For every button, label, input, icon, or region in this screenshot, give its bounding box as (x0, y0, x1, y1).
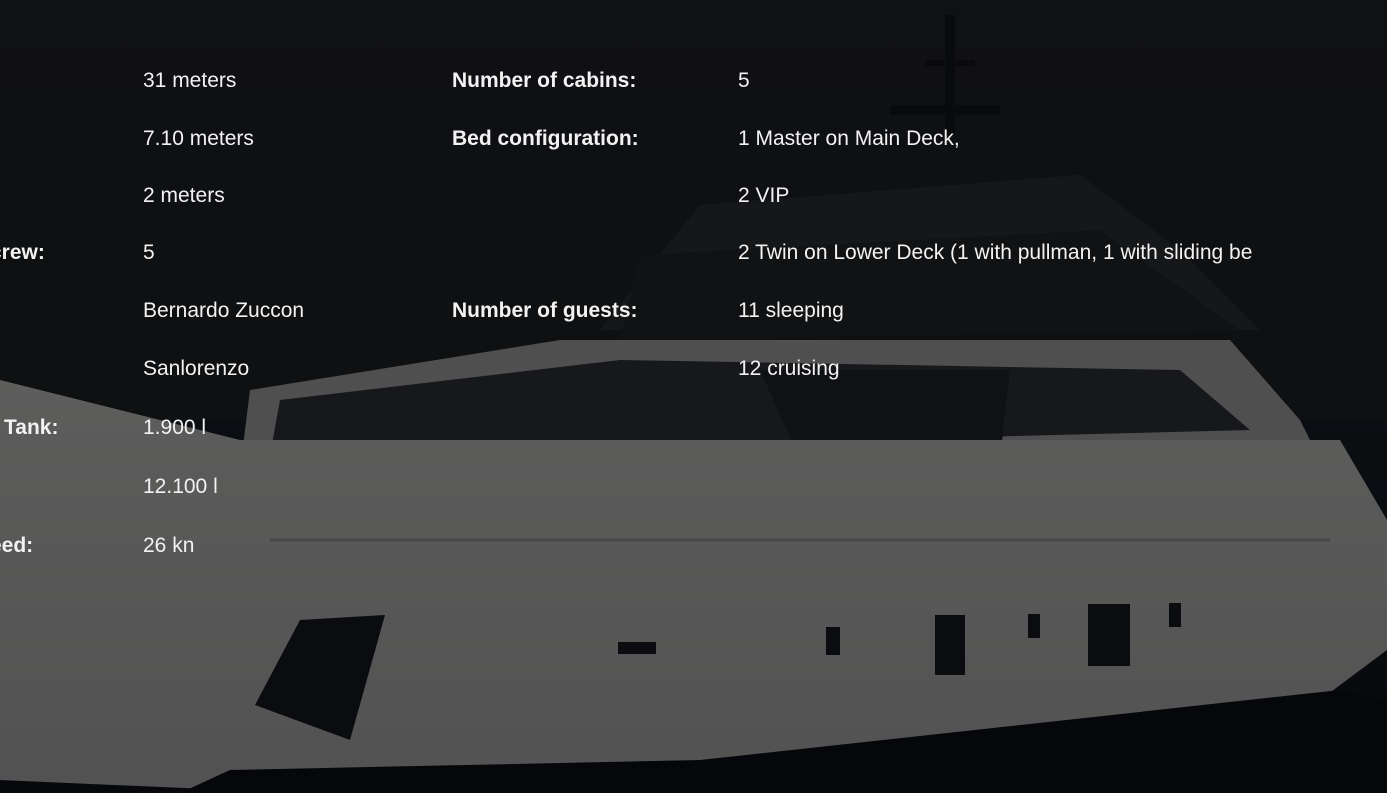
speed-value: 26 kn (143, 534, 195, 557)
speed-label: eed: (0, 534, 34, 557)
fuel-tank-value: 12.100 l (143, 475, 218, 498)
bed-configuration-line-2: 2 VIP (738, 184, 790, 207)
crew-value: 5 (143, 241, 155, 264)
cabins-value: 5 (738, 69, 750, 92)
yacht-specs-panel: crew: r Tank: eed: 31 meters 7.10 meters… (0, 0, 1387, 793)
beam-value: 7.10 meters (143, 127, 254, 150)
length-value: 31 meters (143, 69, 237, 92)
bed-configuration-label: Bed configuration: (452, 127, 639, 150)
builder-value: Sanlorenzo (143, 357, 250, 380)
draft-value: 2 meters (143, 184, 225, 207)
bed-configuration-line-1: 1 Master on Main Deck, (738, 127, 960, 150)
designer-value: Bernardo Zuccon (143, 299, 305, 322)
crew-label: crew: (0, 241, 45, 264)
guests-sleeping-value: 11 sleeping (738, 299, 844, 322)
guests-label: Number of guests: (452, 299, 638, 322)
water-tank-value: 1.900 l (143, 416, 207, 439)
guests-cruising-value: 12 cruising (738, 357, 840, 380)
bed-configuration-line-3: 2 Twin on Lower Deck (1 with pullman, 1 … (738, 241, 1253, 264)
cabins-label: Number of cabins: (452, 69, 637, 92)
water-tank-label: r Tank: (0, 416, 59, 439)
